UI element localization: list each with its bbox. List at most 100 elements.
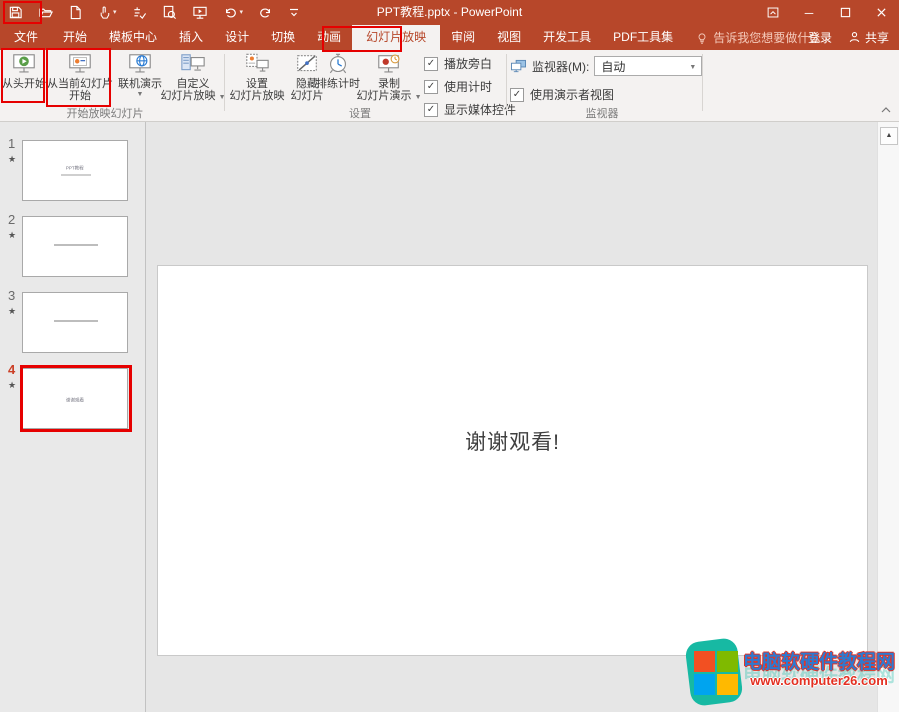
- slide-3-thumbnail[interactable]: [22, 292, 128, 353]
- person-icon: [848, 31, 861, 44]
- save-icon: [8, 5, 23, 20]
- undo-icon: [223, 6, 238, 20]
- share-button[interactable]: 共享: [848, 29, 889, 46]
- button-label: 幻灯片: [291, 90, 324, 102]
- slide-3-number: 3: [8, 288, 15, 303]
- monitor-row: 监视器(M): 自动 ▼: [510, 56, 702, 76]
- rehearse-timings-button[interactable]: 排练计时: [312, 51, 364, 90]
- tab-design[interactable]: 设计: [214, 25, 260, 50]
- monitor-dropdown[interactable]: 自动 ▼: [594, 56, 702, 76]
- monitor-icon: [510, 59, 527, 74]
- record-slide-show-button[interactable]: 录制 幻灯片演示 ▼: [358, 51, 420, 103]
- share-label: 共享: [865, 29, 889, 46]
- button-label: 录制: [378, 78, 400, 90]
- slideshow-button[interactable]: [192, 5, 208, 20]
- open-button[interactable]: [38, 5, 54, 20]
- from-current-slide-button[interactable]: 从当前幻灯片 开始: [46, 51, 114, 102]
- tab-template-center[interactable]: 模板中心: [98, 25, 168, 50]
- redo-icon: [258, 6, 273, 20]
- ribbon-display-options-icon: [766, 6, 780, 19]
- customize-qat-button[interactable]: [288, 6, 300, 19]
- tab-home[interactable]: 开始: [52, 25, 98, 50]
- show-media-controls-checkbox[interactable]: ✓ 显示媒体控件: [424, 101, 516, 118]
- use-timings-checkbox[interactable]: ✓ 使用计时: [424, 78, 516, 95]
- slide-editing-area: 谢谢观看!: [146, 122, 877, 712]
- checkbox-checked-icon: ✓: [424, 103, 438, 117]
- new-file-button[interactable]: [69, 5, 82, 20]
- checkbox-checked-icon: ✓: [424, 80, 438, 94]
- ribbon-tab-bar: 文件 开始 模板中心 插入 设计 切换 动画 幻灯片放映 审阅 视图 开发工具 …: [0, 25, 899, 50]
- button-label: 幻灯片放映 ▼: [161, 90, 226, 103]
- slide-text[interactable]: 谢谢观看!: [158, 426, 867, 456]
- undo-button[interactable]: ▾: [223, 6, 244, 20]
- chevron-up-icon: [881, 107, 891, 113]
- repeat-button[interactable]: [258, 6, 273, 20]
- button-label: 联机演示: [118, 78, 162, 90]
- slide-4-thumbnail[interactable]: 谢谢观看: [22, 368, 128, 429]
- play-narrations-checkbox[interactable]: ✓ 播放旁白: [424, 55, 516, 72]
- tab-pdf-tools[interactable]: PDF工具集: [602, 25, 684, 50]
- print-preview-button[interactable]: [162, 5, 177, 20]
- touch-mode-button[interactable]: ▾: [97, 5, 117, 20]
- animation-star-icon: ★: [8, 154, 16, 165]
- checkbox-checked-icon: ✓: [510, 88, 524, 102]
- checkbox-label: 使用演示者视图: [530, 86, 614, 103]
- ribbon-display-options-button[interactable]: [755, 0, 791, 25]
- from-beginning-button[interactable]: 从头开始: [2, 51, 46, 90]
- checkbox-label: 使用计时: [444, 78, 492, 95]
- tab-animations[interactable]: 动画: [306, 25, 352, 50]
- set-up-slide-show-icon: [243, 51, 271, 78]
- set-up-slide-show-button[interactable]: 设置 幻灯片放映: [228, 51, 286, 102]
- tab-insert[interactable]: 插入: [168, 25, 214, 50]
- custom-slide-show-button[interactable]: 自定义 幻灯片放映 ▼: [164, 51, 222, 103]
- scroll-up-button[interactable]: ▲: [880, 127, 898, 145]
- print-preview-icon: [162, 5, 177, 20]
- vertical-scrollbar[interactable]: ▲: [877, 122, 899, 712]
- minimize-button[interactable]: ─: [791, 0, 827, 25]
- close-icon: [876, 7, 887, 18]
- spell-check-icon: [132, 5, 147, 20]
- button-label: 从头开始: [2, 78, 46, 90]
- use-presenter-view-checkbox[interactable]: ✓ 使用演示者视图: [510, 86, 614, 103]
- animation-star-icon: ★: [8, 380, 16, 391]
- spelling-button[interactable]: [132, 5, 147, 20]
- button-label: 自定义: [177, 78, 210, 90]
- dropdown-arrow-icon: ▼: [137, 90, 144, 100]
- sign-in-link[interactable]: 登录: [808, 29, 832, 46]
- present-online-button[interactable]: 联机演示 ▼: [114, 51, 166, 100]
- dropdown-arrow-icon: ▼: [415, 94, 422, 101]
- slide-2-thumbnail[interactable]: [22, 216, 128, 277]
- maximize-button[interactable]: [827, 0, 863, 25]
- tab-review[interactable]: 审阅: [440, 25, 486, 50]
- dropdown-arrow-icon: ▼: [689, 64, 696, 71]
- ribbon: 从头开始 从当前幻灯片 开始 联机演示 ▼: [0, 50, 899, 122]
- titlebar: ▾ ▾: [0, 0, 899, 25]
- tab-view[interactable]: 视图: [486, 25, 532, 50]
- close-button[interactable]: [863, 0, 899, 25]
- account-area: 登录 共享: [808, 25, 889, 50]
- group-separator: [506, 54, 507, 111]
- setup-checkboxes: ✓ 播放旁白 ✓ 使用计时 ✓ 显示媒体控件: [424, 55, 516, 118]
- button-label: 开始: [69, 90, 91, 102]
- tab-slide-show[interactable]: 幻灯片放映: [352, 25, 440, 50]
- slide-thumbnail-panel: 1 ★ PPT教程 2 ★ 3 ★ 4 ★ 谢谢观看: [0, 122, 145, 712]
- more-commands-icon: [288, 6, 300, 19]
- rehearse-timings-icon: [324, 51, 352, 78]
- slideshow-icon: [192, 5, 208, 20]
- save-button[interactable]: [8, 5, 23, 20]
- lightbulb-icon: [696, 31, 708, 45]
- present-online-icon: [126, 51, 154, 78]
- maximize-icon: [840, 7, 851, 18]
- tab-file[interactable]: 文件: [0, 25, 52, 50]
- collapse-ribbon-button[interactable]: [881, 100, 891, 118]
- tab-transitions[interactable]: 切换: [260, 25, 306, 50]
- custom-slide-show-icon: [179, 51, 207, 78]
- tab-developer[interactable]: 开发工具: [532, 25, 602, 50]
- button-label: 设置: [246, 78, 268, 90]
- thumbnail-text-line: [54, 320, 98, 322]
- workspace: 1 ★ PPT教程 2 ★ 3 ★ 4 ★ 谢谢观看: [0, 122, 899, 712]
- group-separator: [224, 54, 225, 111]
- slide-canvas[interactable]: 谢谢观看!: [157, 265, 868, 656]
- slide-1-thumbnail[interactable]: PPT教程: [22, 140, 128, 201]
- group-label-set-up: 设置: [295, 105, 425, 121]
